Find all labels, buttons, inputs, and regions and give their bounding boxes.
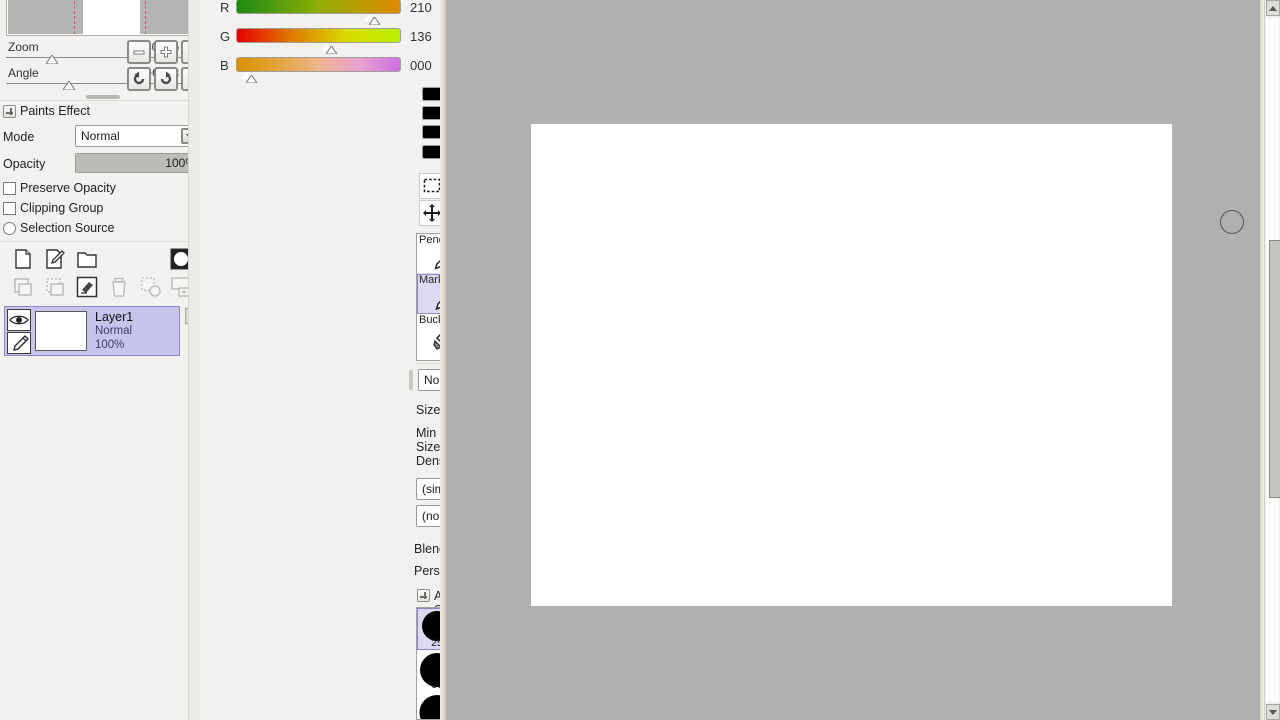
- green-channel-slider[interactable]: [236, 28, 401, 43]
- opacity-label: Opacity: [3, 157, 46, 171]
- scrollbar-thumb[interactable]: [1269, 240, 1280, 498]
- layer-blend-mode: Normal: [95, 325, 133, 337]
- layer-opacity: 100%: [95, 339, 125, 351]
- green-slider-knob[interactable]: [321, 43, 338, 55]
- angle-slider-knob[interactable]: [63, 81, 75, 90]
- canvas-sheet[interactable]: [531, 124, 1172, 606]
- rotate-left-button[interactable]: [127, 67, 151, 91]
- brush-cursor: [1220, 210, 1244, 234]
- clipping-group-label: Clipping Group: [20, 201, 104, 215]
- new-linework-layer-button[interactable]: [44, 248, 66, 270]
- min-size-label: Min Size: [416, 426, 441, 454]
- selection-source-label: Selection Source: [20, 221, 115, 235]
- new-layer-folder-button[interactable]: [76, 248, 98, 270]
- panel-resize-grip[interactable]: [86, 95, 120, 99]
- delete-layer-button[interactable]: [108, 276, 130, 298]
- red-channel-slider[interactable]: [236, 0, 401, 14]
- brush-settings-grip[interactable]: [409, 370, 413, 390]
- tool-panel: R 210 G 136 B 000 Pencil Marker Bucket S…: [200, 0, 640, 720]
- new-layer-button[interactable]: [12, 248, 34, 270]
- rotate-ccw-icon: [129, 69, 149, 89]
- red-channel-label: R: [220, 0, 230, 15]
- selection-source-radio[interactable]: [3, 222, 16, 235]
- zoom-out-button[interactable]: [127, 40, 151, 64]
- blue-slider-knob[interactable]: [241, 72, 258, 84]
- merge-down-button[interactable]: [12, 276, 34, 298]
- clipping-group-checkbox[interactable]: [3, 202, 16, 215]
- angle-label: Angle: [8, 66, 39, 80]
- divider: [0, 100, 188, 101]
- green-channel-label: G: [220, 29, 231, 44]
- sai-application-window: Zoom 50.0% Angle +0008: [0, 0, 1280, 720]
- blue-channel-value: 000: [410, 58, 432, 73]
- layer-selected-icon[interactable]: [7, 331, 31, 354]
- plus-icon: [156, 42, 176, 62]
- red-slider-row[interactable]: R 210: [220, 0, 435, 26]
- size-label: Size: [416, 403, 441, 417]
- navigator-preview[interactable]: [6, 0, 202, 36]
- advanced-settings-expand-icon[interactable]: [417, 589, 430, 602]
- layer-toggles[interactable]: [5, 308, 33, 354]
- merge-selected-button[interactable]: [44, 276, 66, 298]
- layer-mode-select[interactable]: Normal: [75, 125, 202, 147]
- green-slider-row[interactable]: G 136: [220, 28, 435, 55]
- green-channel-value: 136: [410, 29, 432, 44]
- rotate-cw-icon: [156, 69, 176, 89]
- blue-channel-slider[interactable]: [236, 57, 401, 72]
- divider: [0, 241, 188, 242]
- preserve-opacity-checkbox[interactable]: [3, 182, 16, 195]
- minus-icon: [129, 42, 149, 62]
- clear-layer-button[interactable]: [76, 276, 98, 298]
- canvas-viewport[interactable]: [446, 0, 1266, 720]
- layer-opacity-slider[interactable]: 100%: [75, 153, 202, 173]
- blue-channel-label: B: [220, 58, 229, 73]
- scroll-down-button[interactable]: [1266, 704, 1280, 720]
- canvas-vertical-scrollbar[interactable]: [1264, 0, 1280, 720]
- left-panel: Zoom 50.0% Angle +0008: [0, 0, 205, 720]
- panel-splitter[interactable]: [188, 0, 200, 720]
- zoom-label: Zoom: [8, 40, 39, 54]
- red-slider-knob[interactable]: [364, 14, 381, 26]
- paints-effect-title: Paints Effect: [20, 104, 90, 118]
- layer-name: Layer1: [95, 310, 134, 324]
- navigator-left-area: [8, 0, 83, 34]
- layer-visibility-icon[interactable]: [7, 308, 31, 331]
- layer-mode-value: Normal: [81, 129, 120, 143]
- navigator-guide-right: [145, 0, 146, 34]
- navigator-canvas-preview: [8, 0, 200, 34]
- zoom-in-button[interactable]: [154, 40, 178, 64]
- rotate-right-button[interactable]: [154, 67, 178, 91]
- layer-list-item[interactable]: Layer1 Normal 100%: [4, 306, 180, 356]
- red-channel-value: 210: [410, 0, 432, 15]
- navigator-guide-left: [74, 0, 75, 34]
- blue-slider-row[interactable]: B 000: [220, 57, 435, 84]
- preserve-opacity-label: Preserve Opacity: [20, 181, 116, 195]
- layer-info: Layer1 Normal 100%: [95, 310, 133, 352]
- layer-thumbnail: [35, 311, 87, 351]
- scroll-up-button[interactable]: [1266, 0, 1280, 16]
- transparency-button[interactable]: [140, 276, 162, 298]
- zoom-slider-knob[interactable]: [46, 55, 58, 64]
- mode-label: Mode: [3, 130, 35, 144]
- paints-effect-expand-icon[interactable]: [3, 105, 16, 118]
